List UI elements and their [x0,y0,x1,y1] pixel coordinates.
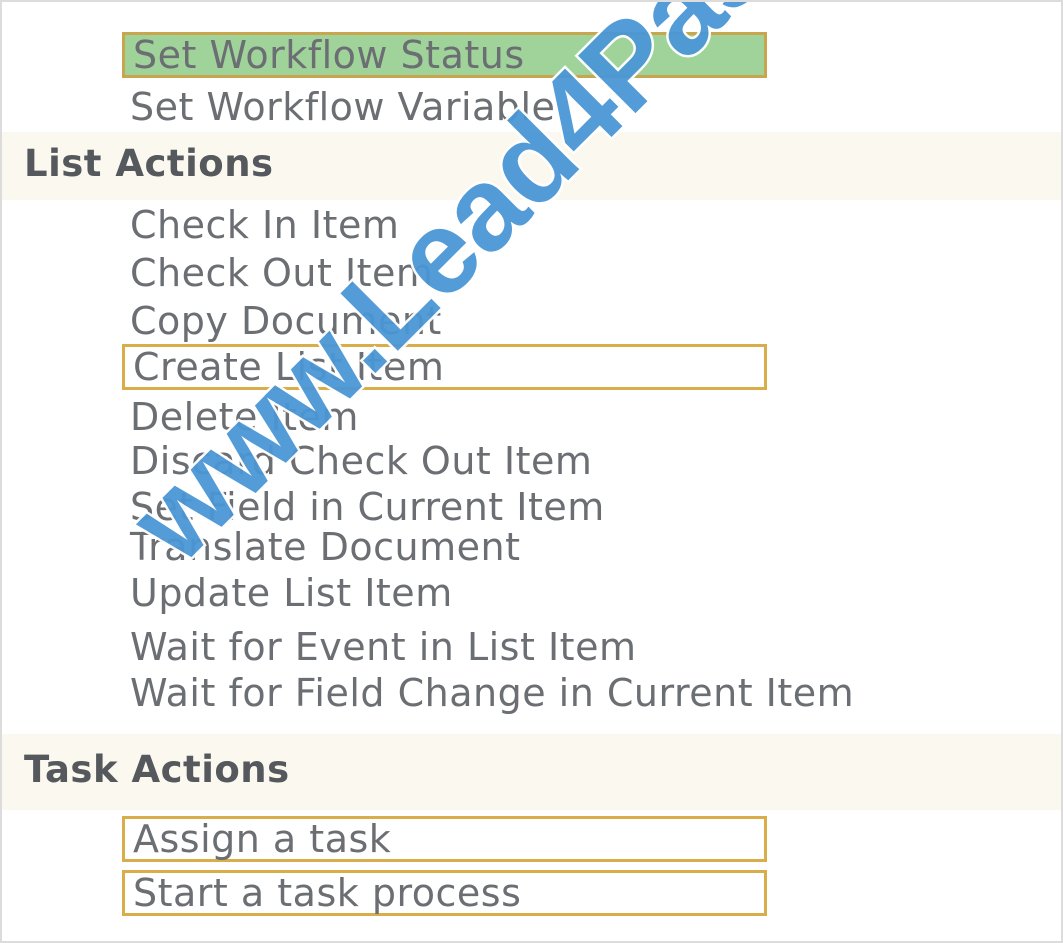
actions-menu-panel: Set Workflow Status Set Workflow Variabl… [0,0,1063,943]
menu-item-discard-check-out-item[interactable]: Discard Check Out Item [130,438,592,484]
menu-item-start-a-task-process[interactable]: Start a task process [122,870,767,916]
menu-item-wait-for-field-change-in-current-item[interactable]: Wait for Field Change in Current Item [130,670,854,716]
menu-item-check-in-item[interactable]: Check In Item [130,202,399,248]
menu-item-create-list-item[interactable]: Create List Item [122,344,767,390]
list-actions-header: List Actions [24,142,274,185]
task-actions-header: Task Actions [24,748,290,791]
menu-item-copy-document[interactable]: Copy Document [130,298,442,344]
menu-item-update-list-item[interactable]: Update List Item [130,570,453,616]
menu-item-delete-item[interactable]: Delete Item [130,394,359,440]
menu-item-set-workflow-status[interactable]: Set Workflow Status [122,32,767,78]
menu-item-check-out-item[interactable]: Check Out Item [130,250,433,296]
menu-item-translate-document[interactable]: Translate Document [130,524,520,570]
menu-item-assign-a-task[interactable]: Assign a task [122,816,767,862]
menu-item-set-workflow-variable[interactable]: Set Workflow Variable [130,84,555,130]
menu-item-wait-for-event-in-list-item[interactable]: Wait for Event in List Item [130,624,636,670]
